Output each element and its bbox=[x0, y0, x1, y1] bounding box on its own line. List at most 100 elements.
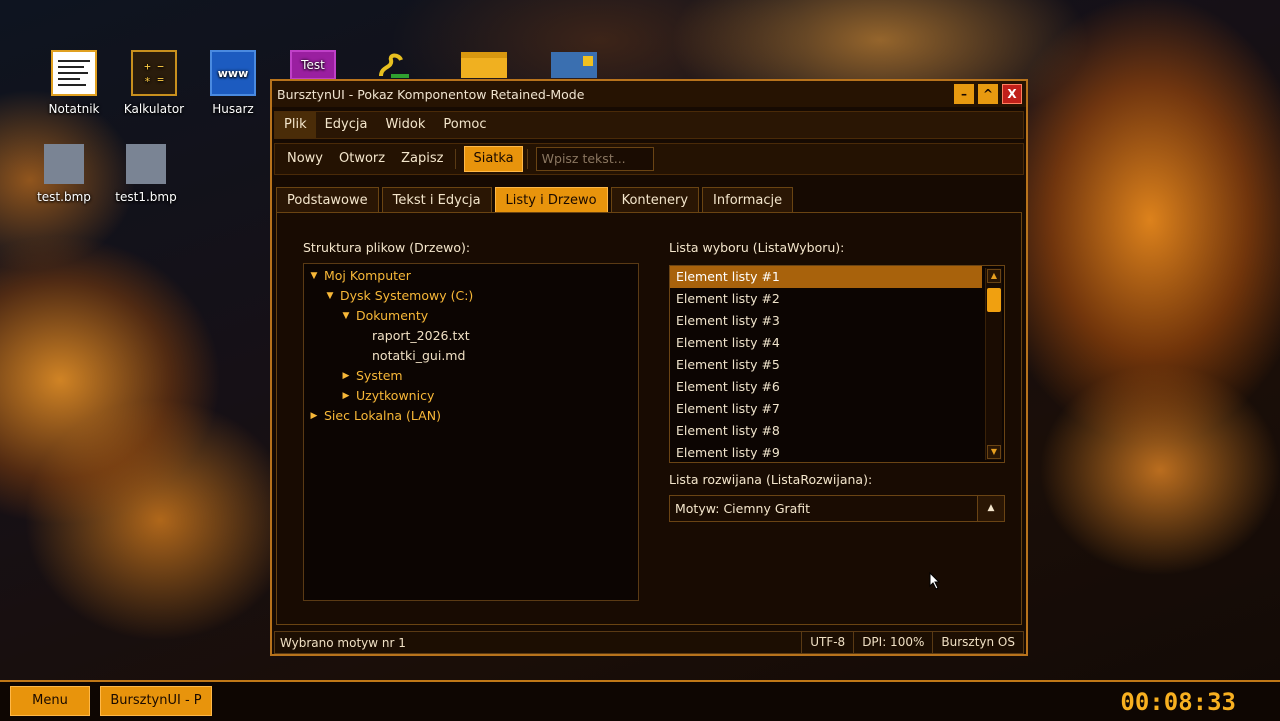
status-dpi: DPI: 100% bbox=[853, 632, 932, 653]
list-item[interactable]: Element listy #6 bbox=[670, 376, 982, 398]
tree-node-label: raport_2026.txt bbox=[372, 328, 470, 343]
new-button[interactable]: Nowy bbox=[279, 147, 331, 171]
tree-node[interactable]: ▶ Siec Lokalna (LAN) bbox=[304, 406, 638, 426]
toolbar: Nowy Otworz Zapisz Siatka Wpisz tekst... bbox=[274, 143, 1024, 175]
tab-tekst-i-edycja[interactable]: Tekst i Edycja bbox=[381, 187, 492, 212]
status-bar: Wybrano motyw nr 1 UTF-8 DPI: 100% Bursz… bbox=[274, 631, 1024, 654]
close-icon: X bbox=[1007, 87, 1017, 101]
tree-node-label: Dysk Systemowy (C:) bbox=[340, 288, 474, 303]
menu-plik[interactable]: Plik bbox=[275, 112, 316, 138]
image-icon bbox=[551, 52, 597, 78]
collapsed-arrow-icon[interactable]: ▶ bbox=[340, 386, 352, 406]
expanded-arrow-icon[interactable]: ▼ bbox=[308, 266, 320, 286]
list-item[interactable]: Element listy #1 bbox=[670, 266, 982, 288]
scroll-thumb[interactable] bbox=[987, 288, 1001, 312]
collapsed-arrow-icon[interactable]: ▶ bbox=[340, 366, 352, 386]
test-app-icon: Test bbox=[290, 50, 336, 80]
dropdown-value: Motyw: Ciemny Grafit bbox=[675, 501, 811, 516]
tree-node[interactable]: ▼ Moj Komputer bbox=[304, 266, 638, 286]
tree-node-label: Dokumenty bbox=[356, 308, 429, 323]
taskbar: Menu BursztynUI - P 00:08:33 bbox=[0, 680, 1280, 721]
app-window: BursztynUI - Pokaz Komponentow Retained-… bbox=[270, 79, 1028, 656]
list-item[interactable]: Element listy #2 bbox=[670, 288, 982, 310]
snake-icon bbox=[370, 52, 416, 80]
desktop-icon-label: Husarz bbox=[212, 102, 254, 116]
expanded-arrow-icon[interactable]: ▼ bbox=[340, 306, 352, 326]
menu-edycja[interactable]: Edycja bbox=[316, 112, 377, 138]
dropdown-arrow-icon[interactable]: ▲ bbox=[977, 496, 1004, 521]
desktop-icon-test-bmp[interactable]: test.bmp bbox=[24, 144, 104, 204]
status-encoding: UTF-8 bbox=[801, 632, 853, 653]
desktop-icon-test1-bmp[interactable]: test1.bmp bbox=[106, 144, 186, 204]
folder-icon bbox=[461, 52, 507, 78]
desktop-icon-label: test.bmp bbox=[37, 190, 91, 204]
text-input[interactable]: Wpisz tekst... bbox=[535, 147, 654, 171]
toolbar-separator bbox=[526, 149, 528, 169]
list-item[interactable]: Element listy #8 bbox=[670, 420, 982, 442]
save-button[interactable]: Zapisz bbox=[393, 147, 451, 171]
listbox-label: Lista wyboru (ListaWyboru): bbox=[669, 240, 845, 255]
tree-label: Struktura plikow (Drzewo): bbox=[303, 240, 471, 255]
calculator-icon: + − ∗ = bbox=[131, 50, 177, 96]
desktop-icon-notatnik[interactable]: Notatnik bbox=[34, 50, 114, 116]
title-bar[interactable]: BursztynUI - Pokaz Komponentow Retained-… bbox=[272, 81, 1026, 107]
tree-node[interactable]: notatki_gui.md bbox=[304, 346, 638, 366]
status-os: Bursztyn OS bbox=[932, 632, 1023, 653]
tree-node[interactable]: raport_2026.txt bbox=[304, 326, 638, 346]
expanded-arrow-icon[interactable]: ▼ bbox=[324, 286, 336, 306]
list-item[interactable]: Element listy #4 bbox=[670, 332, 982, 354]
tab-kontenery[interactable]: Kontenery bbox=[610, 187, 700, 212]
tree-node-label: System bbox=[356, 368, 403, 383]
toolbar-separator bbox=[455, 149, 457, 169]
dropdown-label: Lista rozwijana (ListaRozwijana): bbox=[669, 472, 873, 487]
minimize-icon: – bbox=[961, 87, 967, 101]
desktop-icon-kalkulator[interactable]: + − ∗ = Kalkulator bbox=[114, 50, 194, 116]
open-button[interactable]: Otworz bbox=[331, 147, 393, 171]
notepad-icon bbox=[51, 50, 97, 96]
status-message: Wybrano motyw nr 1 bbox=[280, 635, 406, 650]
tab-podstawowe[interactable]: Podstawowe bbox=[276, 187, 379, 212]
grid-toggle-button[interactable]: Siatka bbox=[464, 146, 523, 172]
tab-panel-listy-i-drzewo: Struktura plikow (Drzewo): ▼ Moj Komputer… bbox=[276, 212, 1022, 625]
close-button[interactable]: X bbox=[1002, 84, 1022, 104]
desktop-icon-label: Kalkulator bbox=[123, 102, 185, 116]
listbox-scrollbar[interactable]: ▲ ▼ bbox=[985, 268, 1002, 460]
listbox[interactable]: Element listy #1 Element listy #2 Element … bbox=[669, 265, 1005, 463]
scroll-up-icon[interactable]: ▲ bbox=[987, 269, 1001, 283]
tree-node[interactable]: ▼ Dokumenty bbox=[304, 306, 638, 326]
list-item[interactable]: Element listy #7 bbox=[670, 398, 982, 420]
desktop-icon-label: test1.bmp bbox=[115, 190, 177, 204]
clock: 00:08:33 bbox=[1120, 688, 1236, 716]
minimize-button[interactable]: – bbox=[954, 84, 974, 104]
start-menu-button[interactable]: Menu bbox=[10, 686, 90, 716]
tree-node[interactable]: ▼ Dysk Systemowy (C:) bbox=[304, 286, 638, 306]
menu-widok[interactable]: Widok bbox=[376, 112, 434, 138]
theme-dropdown[interactable]: Motyw: Ciemny Grafit ▲ bbox=[669, 495, 1005, 522]
list-item[interactable]: Element listy #9 bbox=[670, 442, 982, 462]
bmp-file-icon bbox=[126, 144, 166, 184]
tree-node-label: Moj Komputer bbox=[324, 268, 411, 283]
tree-node-label: notatki_gui.md bbox=[372, 348, 466, 363]
collapsed-arrow-icon[interactable]: ▶ bbox=[308, 406, 320, 426]
menu-pomoc[interactable]: Pomoc bbox=[434, 112, 495, 138]
tree-node-label: Siec Lokalna (LAN) bbox=[324, 408, 441, 423]
maximize-icon: ^ bbox=[982, 87, 994, 101]
list-item[interactable]: Element listy #3 bbox=[670, 310, 982, 332]
tree-node[interactable]: ▶ System bbox=[304, 366, 638, 386]
menu-bar: Plik Edycja Widok Pomoc bbox=[274, 111, 1024, 139]
desktop-icon-label: Notatnik bbox=[48, 102, 100, 116]
maximize-button[interactable]: ^ bbox=[978, 84, 998, 104]
desktop-icon-husarz[interactable]: www Husarz bbox=[193, 50, 273, 116]
tree-node[interactable]: ▶ Uzytkownicy bbox=[304, 386, 638, 406]
scroll-down-icon[interactable]: ▼ bbox=[987, 445, 1001, 459]
tab-informacje[interactable]: Informacje bbox=[702, 187, 794, 212]
file-tree[interactable]: ▼ Moj Komputer ▼ Dysk Systemowy (C:) ▼ Dokume… bbox=[303, 263, 639, 601]
taskbar-app-button[interactable]: BursztynUI - P bbox=[100, 686, 212, 716]
tree-node-label: Uzytkownicy bbox=[356, 388, 435, 403]
window-title: BursztynUI - Pokaz Komponentow Retained-… bbox=[277, 86, 585, 102]
bmp-file-icon bbox=[44, 144, 84, 184]
browser-icon: www bbox=[210, 50, 256, 96]
tab-listy-i-drzewo[interactable]: Listy i Drzewo bbox=[494, 187, 608, 212]
list-item[interactable]: Element listy #5 bbox=[670, 354, 982, 376]
tab-bar: Podstawowe Tekst i Edycja Listy i Drzewo… bbox=[276, 187, 796, 212]
